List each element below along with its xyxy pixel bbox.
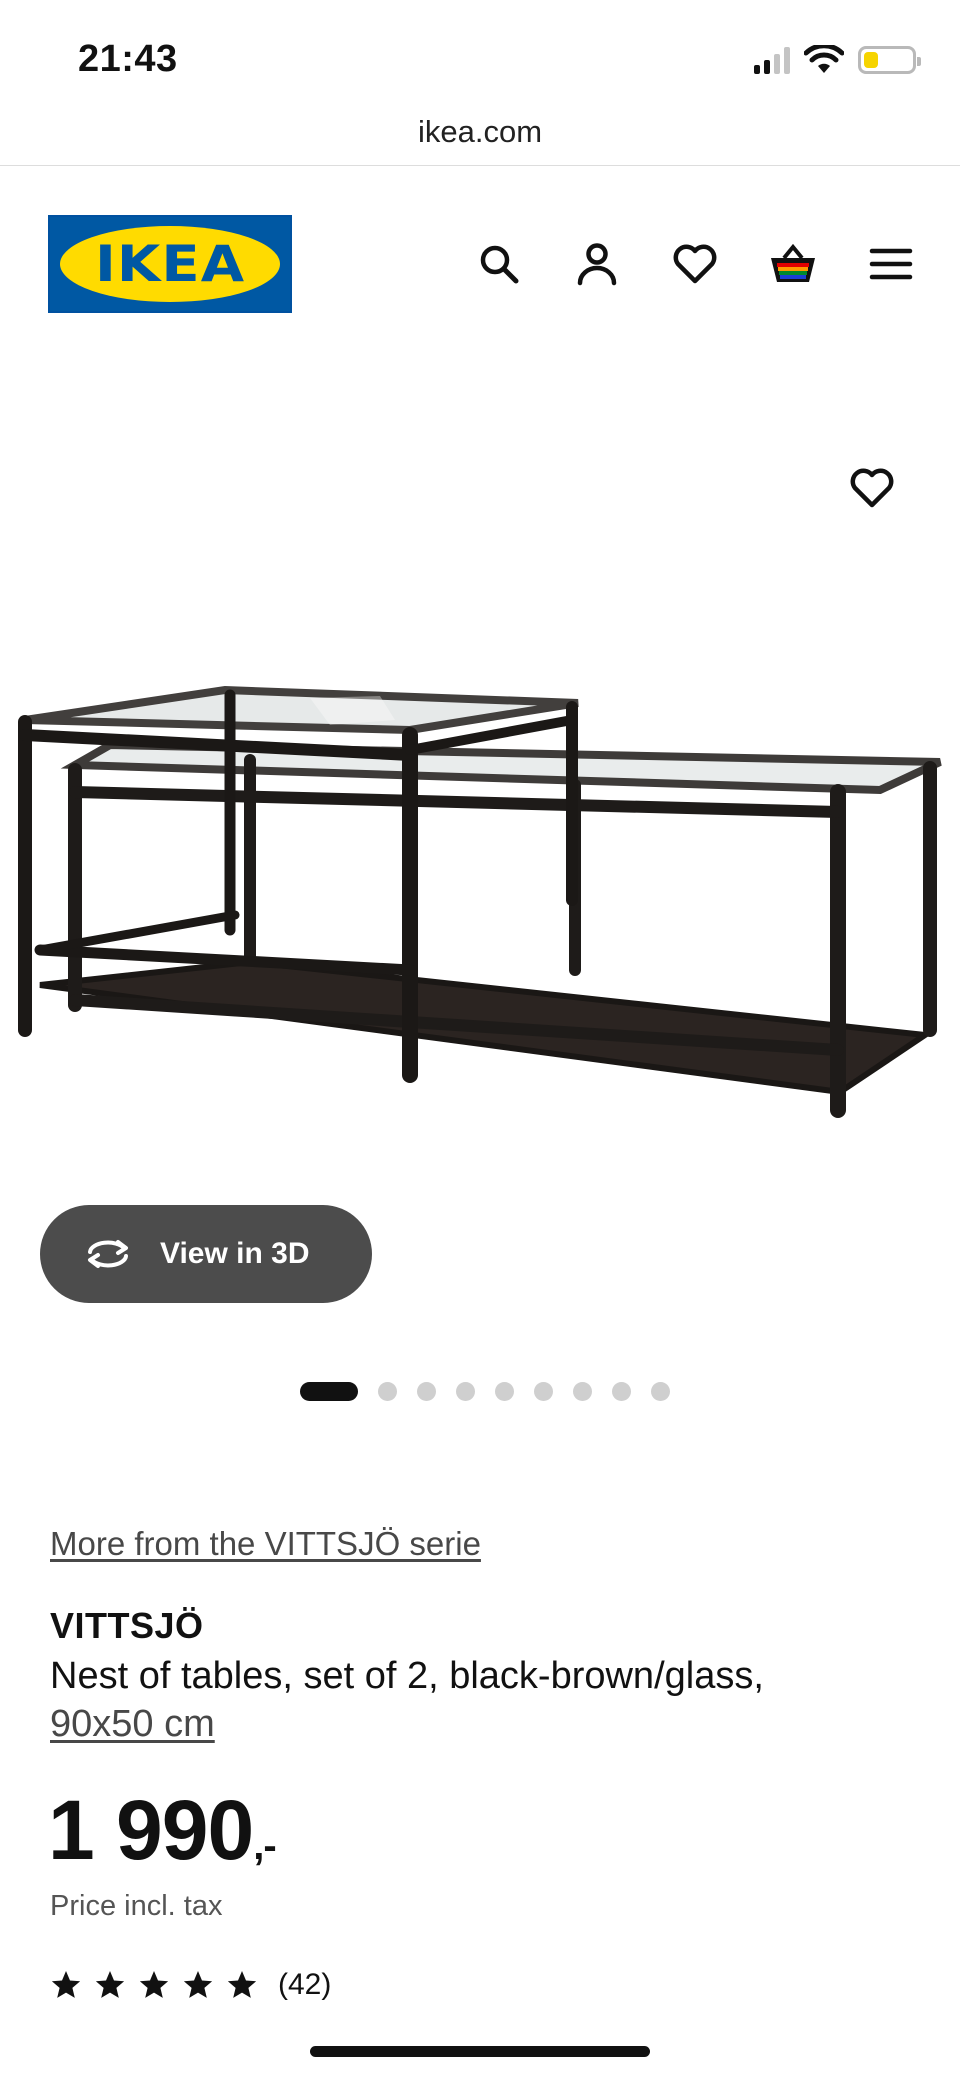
product-description: Nest of tables, set of 2, black-brown/gl… [50, 1652, 910, 1748]
url-text: ikea.com [417, 114, 543, 149]
header-icons [470, 235, 920, 293]
wifi-icon [804, 45, 844, 73]
star-icon [227, 1971, 257, 1998]
heart-icon [673, 244, 717, 284]
basket-button[interactable] [764, 235, 822, 293]
price-note: Price incl. tax [50, 1890, 223, 1922]
product-image [18, 685, 942, 1118]
view-in-3d-label: View in 3D [160, 1237, 310, 1270]
gallery-dot[interactable] [651, 1382, 670, 1401]
gallery-dot[interactable] [534, 1382, 553, 1401]
search-icon [480, 245, 519, 284]
product-rating[interactable]: (42) [50, 1968, 331, 2002]
star-icon [95, 1971, 125, 1998]
gallery-dot[interactable] [378, 1382, 397, 1401]
account-icon [577, 243, 617, 286]
star-icon [51, 1971, 81, 1998]
product-description-text: Nest of tables, set of 2, black-brown/gl… [50, 1655, 764, 1697]
basket-icon [771, 243, 815, 282]
rotate-3d-icon [88, 1240, 128, 1268]
site-header: IKEA [0, 205, 960, 315]
battery-fill [864, 52, 878, 68]
logo-oval: IKEA [60, 226, 280, 302]
view-in-3d-button[interactable]: View in 3D [40, 1205, 372, 1303]
status-time: 21:43 [78, 38, 178, 80]
price-suffix: ,- [253, 1824, 276, 1868]
status-icons [754, 40, 921, 80]
rating-count: (42) [278, 1968, 332, 2001]
menu-button[interactable] [862, 235, 920, 293]
gallery-dot[interactable] [417, 1382, 436, 1401]
rating-stars [50, 1969, 258, 2001]
search-button[interactable] [470, 235, 528, 293]
star-icon [183, 1971, 213, 1998]
logo-text: IKEA [94, 235, 246, 293]
product-gallery[interactable] [0, 420, 960, 1220]
star-icon [139, 1971, 169, 1998]
product-size-link[interactable]: 90x50 cm [50, 1703, 215, 1745]
status-bar: 21:43 [0, 0, 960, 110]
gallery-pagination[interactable] [0, 1382, 960, 1401]
gallery-dot[interactable] [612, 1382, 631, 1401]
gallery-dot[interactable] [456, 1382, 475, 1401]
home-indicator[interactable] [310, 2046, 650, 2057]
heart-icon [850, 468, 894, 508]
series-link[interactable]: More from the VITTSJÖ serie [50, 1525, 481, 1563]
gallery-dot[interactable] [573, 1382, 592, 1401]
favorites-button[interactable] [666, 235, 724, 293]
ikea-logo[interactable]: IKEA [48, 215, 292, 313]
product-price: 1 990,- [48, 1782, 277, 1879]
signal-icon [754, 46, 790, 74]
address-bar[interactable]: ikea.com [0, 110, 960, 166]
price-main: 1 990 [48, 1783, 254, 1877]
battery-icon [858, 46, 921, 74]
account-button[interactable] [568, 235, 626, 293]
product-name: VITTSJÖ [50, 1605, 204, 1646]
gallery-dot[interactable] [495, 1382, 514, 1401]
gallery-dot[interactable] [300, 1382, 358, 1401]
menu-icon [869, 248, 913, 280]
add-to-favorites-button[interactable] [844, 460, 900, 516]
